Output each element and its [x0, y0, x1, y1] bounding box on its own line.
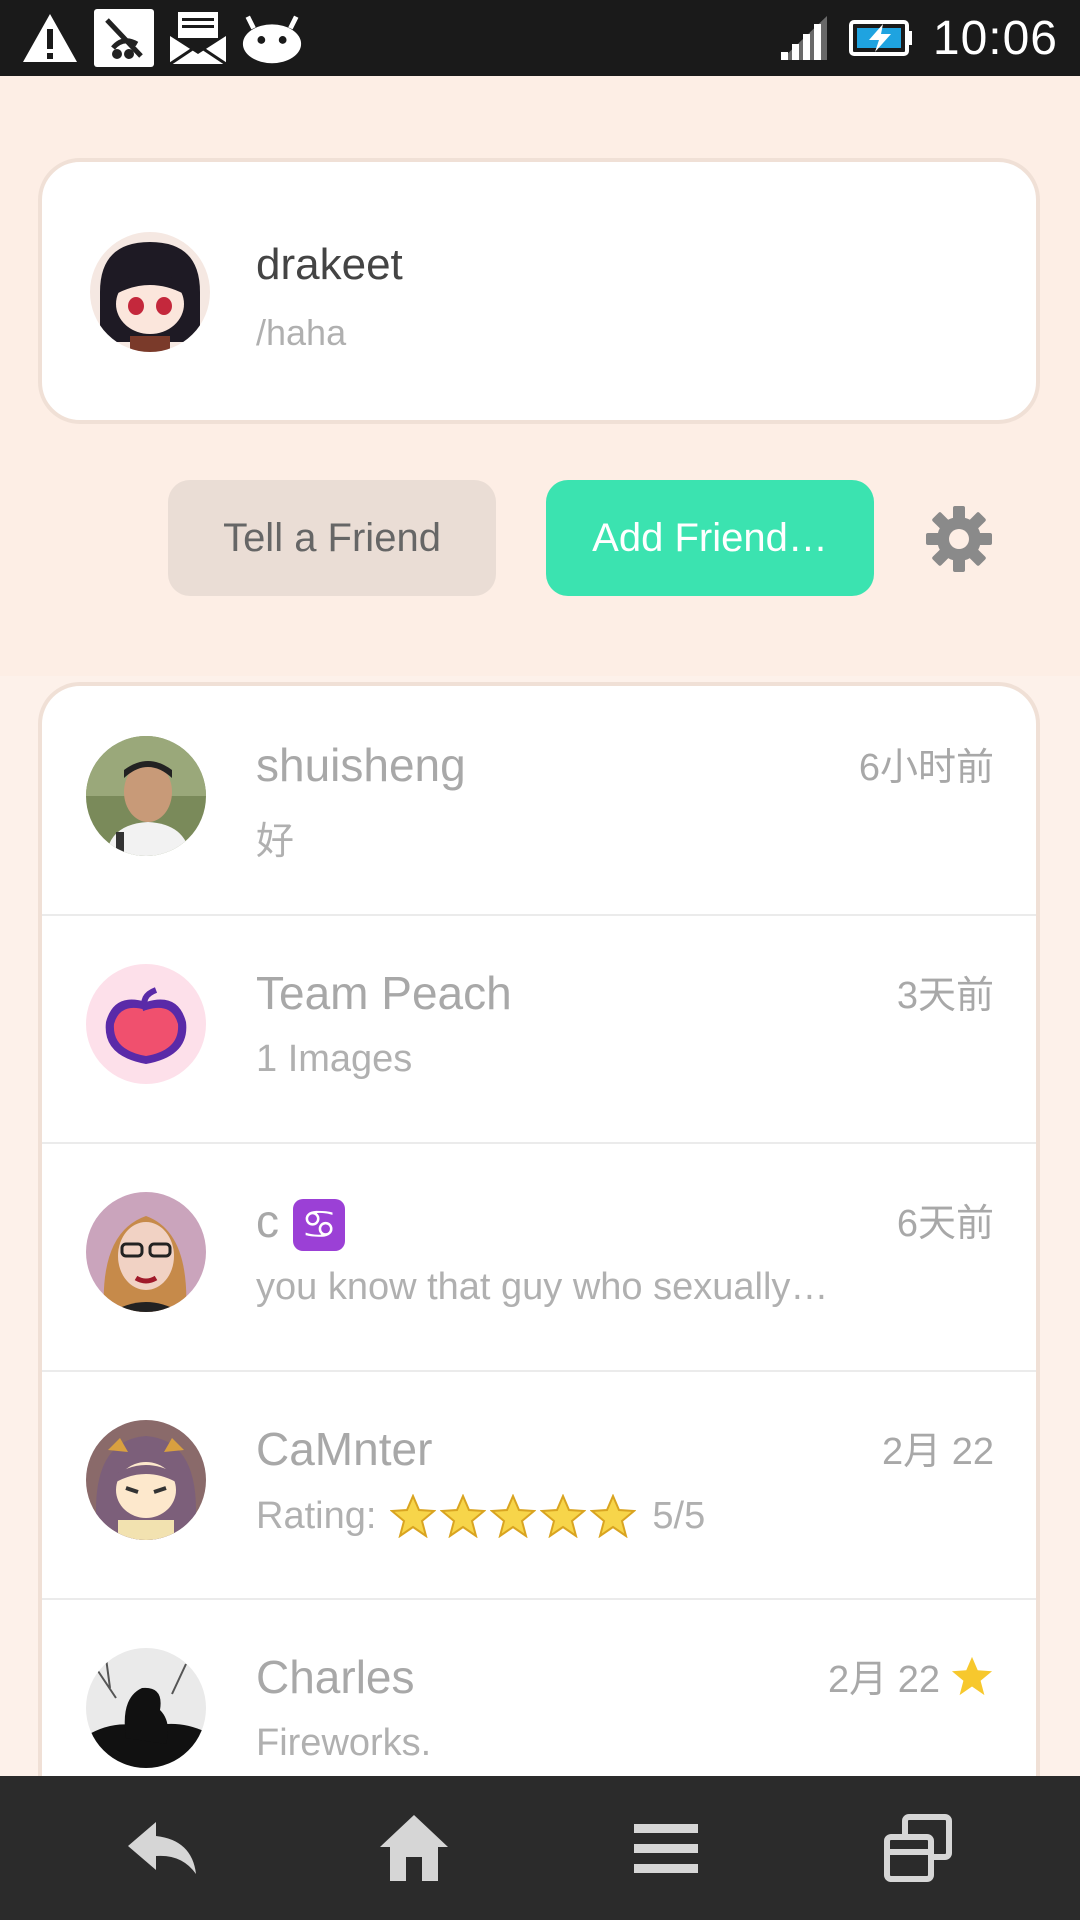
- rating-value: 5/5: [652, 1494, 706, 1537]
- warning-icon: [18, 8, 82, 68]
- star-icon: [540, 1494, 587, 1538]
- star-icon: [440, 1494, 487, 1538]
- home-icon[interactable]: [372, 1806, 456, 1890]
- recents-icon[interactable]: [876, 1806, 960, 1890]
- timestamp: 6天前: [896, 1203, 994, 1245]
- contact-name: c ♋: [256, 1194, 345, 1251]
- notification-icons: [18, 8, 304, 68]
- contact-name: Charles: [256, 1651, 415, 1703]
- timestamp: 6小时前: [858, 747, 994, 789]
- list-item[interactable]: Team Peach 3天前 1 Images: [42, 914, 1036, 1144]
- android-icon: [240, 8, 304, 68]
- message-preview: Fireworks.: [256, 1722, 432, 1764]
- list-item[interactable]: Charles 2月 22 Fireworks.: [42, 1598, 1036, 1782]
- profile-status: /haha: [256, 312, 347, 353]
- tell-a-friend-button[interactable]: Tell a Friend: [168, 480, 496, 596]
- status-bar: 10:06: [0, 0, 1080, 76]
- star-icon: [490, 1494, 537, 1538]
- back-icon[interactable]: [120, 1806, 204, 1890]
- mail-icon: [166, 8, 230, 68]
- rating-stars: [390, 1494, 637, 1538]
- contact-name: Team Peach: [256, 967, 512, 1019]
- star-icon: [390, 1494, 437, 1538]
- profile-name: drakeet: [256, 240, 403, 289]
- add-friend-button[interactable]: Add Friend…: [546, 480, 874, 596]
- system-indicators: 10:06: [779, 0, 1058, 76]
- clock: 10:06: [932, 11, 1058, 65]
- avatar: [86, 1420, 206, 1540]
- message-preview: 1 Images: [256, 1038, 413, 1080]
- timestamp: 2月 22: [828, 1648, 994, 1703]
- message-preview: 好: [256, 821, 295, 863]
- avatar: [86, 1192, 206, 1312]
- avatar: [86, 1648, 206, 1768]
- avatar[interactable]: [90, 232, 210, 352]
- list-item[interactable]: CaMnter 2月 22 Rating: 5/5: [42, 1370, 1036, 1600]
- contact-name: shuisheng: [256, 739, 466, 791]
- avatar: [86, 964, 206, 1084]
- message-preview: Rating: 5/5: [256, 1494, 705, 1538]
- conversation-list: shuisheng 6小时前 好 Team Peach 3天前 1 Images…: [38, 682, 1040, 1782]
- signal-icon: [780, 16, 827, 60]
- timestamp: 3天前: [896, 975, 994, 1017]
- list-item[interactable]: c ♋ 6天前 you know that guy who sexually…: [42, 1142, 1036, 1372]
- profile-card[interactable]: drakeet /haha: [38, 158, 1040, 424]
- navigation-bar: [0, 1776, 1080, 1920]
- gear-icon[interactable]: [924, 504, 994, 574]
- menu-icon[interactable]: [624, 1806, 708, 1890]
- star-icon: [590, 1494, 637, 1538]
- star-icon: [951, 1656, 993, 1695]
- avatar: [86, 736, 206, 856]
- timestamp: 2月 22: [882, 1431, 994, 1473]
- message-preview: you know that guy who sexually…: [256, 1266, 829, 1308]
- list-item[interactable]: shuisheng 6小时前 好: [42, 686, 1036, 916]
- contact-name: CaMnter: [256, 1423, 433, 1475]
- rating-label: Rating:: [256, 1494, 377, 1537]
- battery-charging-icon: [848, 20, 912, 56]
- no-sd-icon: [92, 8, 156, 68]
- cancer-zodiac-icon: ♋: [293, 1198, 345, 1251]
